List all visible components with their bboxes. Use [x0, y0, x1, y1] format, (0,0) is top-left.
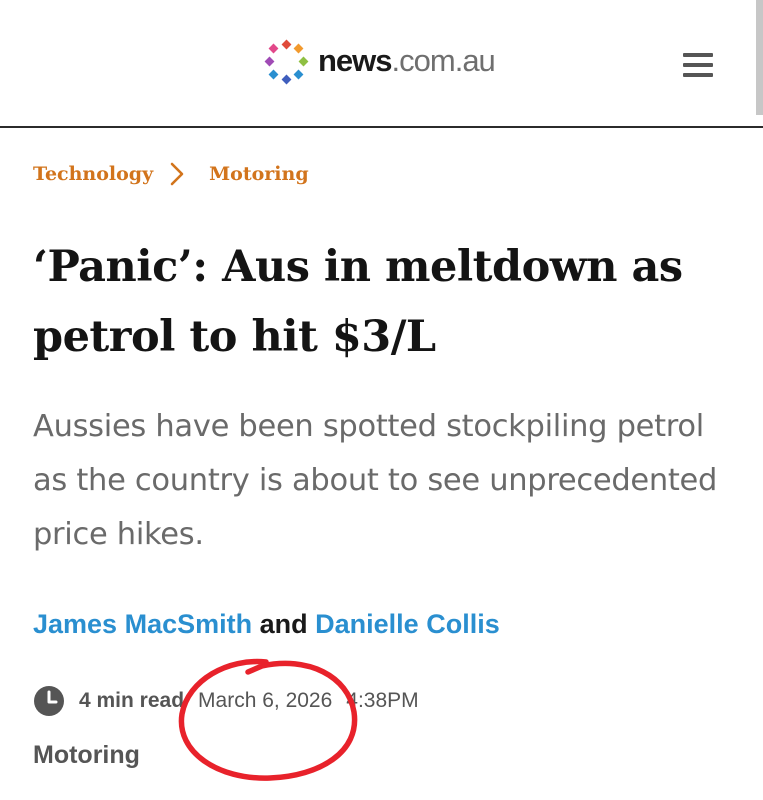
category-link[interactable]: Motoring — [33, 741, 140, 770]
hamburger-menu-icon[interactable] — [683, 50, 715, 80]
chevron-right-icon — [170, 162, 184, 186]
breadcrumb-item-technology[interactable]: Technology — [33, 163, 153, 185]
author-link-1[interactable]: James MacSmith — [33, 609, 252, 639]
article-standfirst: Aussies have been spotted stockpiling pe… — [33, 409, 718, 552]
breadcrumb: Technology Motoring — [33, 161, 309, 187]
read-time: 4 min read — [79, 689, 185, 712]
logo-name: news — [318, 42, 393, 78]
logo-dots-icon — [264, 39, 309, 85]
byline-connector: and — [259, 609, 308, 639]
author-link-2[interactable]: Danielle Collis — [315, 609, 500, 639]
publish-time: 4:38PM — [346, 689, 419, 712]
site-header: news.com.au — [0, 0, 763, 128]
clock-icon — [34, 686, 64, 716]
publish-date: March 6, 2026 — [198, 689, 333, 712]
logo-wordmark: news.com.au — [318, 42, 496, 78]
breadcrumb-item-motoring[interactable]: Motoring — [209, 163, 308, 185]
scrollbar[interactable] — [756, 0, 763, 115]
logo-domain: .com.au — [391, 42, 496, 78]
site-logo[interactable]: news.com.au — [262, 36, 496, 88]
article-headline: ‘Panic’: Aus in meltdown as petrol to hi… — [33, 242, 683, 362]
red-circle-annotation — [178, 658, 358, 781]
article-meta: 4 min read March 6, 2026 4:38PM — [33, 684, 419, 718]
byline: James MacSmith and Danielle Collis — [33, 609, 500, 640]
